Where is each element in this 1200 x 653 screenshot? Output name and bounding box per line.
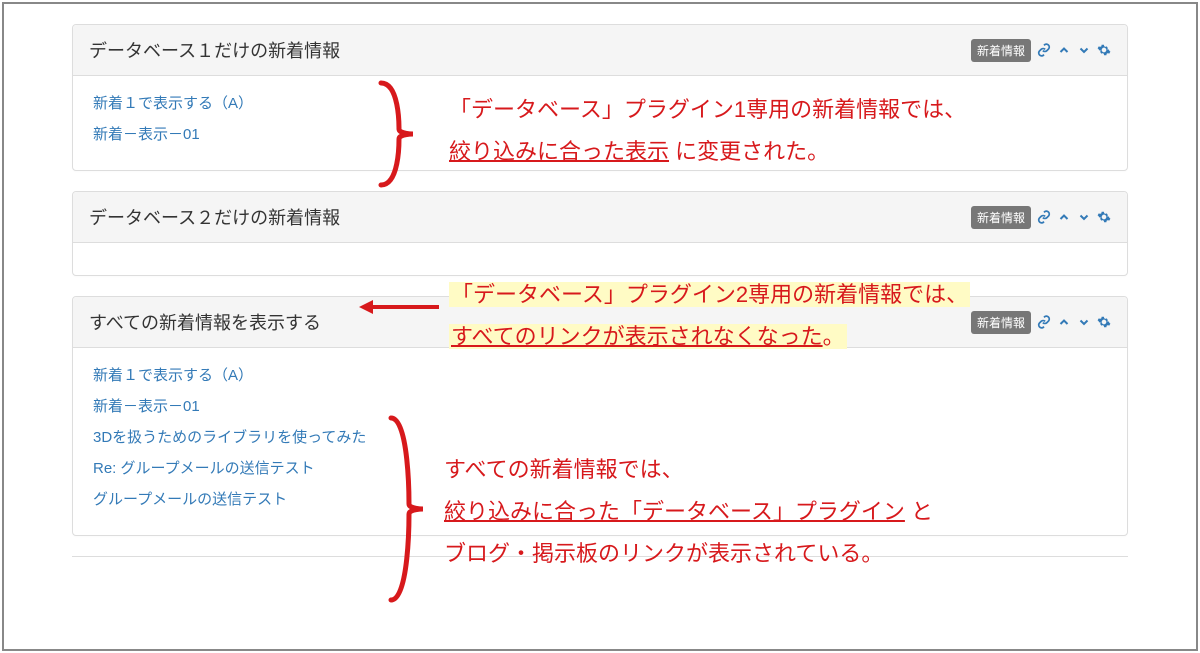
gear-icon[interactable] xyxy=(1097,210,1111,224)
gear-icon[interactable] xyxy=(1097,315,1111,329)
panel-all-body: 新着１で表示する（A） 新着－表示－01 3Dを扱うためのライブラリを使ってみた… xyxy=(73,348,1127,535)
gear-icon[interactable] xyxy=(1097,43,1111,57)
news-link[interactable]: Re: グループメールの送信テスト xyxy=(93,460,315,477)
list-item: 新着１で表示する（A） xyxy=(93,92,1107,113)
panel-all-title: すべての新着情報を表示する xyxy=(89,309,971,335)
list-item: 新着１で表示する（A） xyxy=(93,364,1107,385)
link-icon[interactable] xyxy=(1037,210,1051,224)
chevron-down-icon[interactable] xyxy=(1077,210,1091,224)
annotation-line: ブログ・掲示板のリンクが表示されている。 xyxy=(444,541,883,566)
chevron-up-icon[interactable] xyxy=(1057,210,1071,224)
chevron-up-icon[interactable] xyxy=(1057,43,1071,57)
panel-db2-title: データベース２だけの新着情報 xyxy=(89,204,971,230)
list-item: 新着－表示－01 xyxy=(93,123,1107,144)
news-link[interactable]: 新着１で表示する（A） xyxy=(93,95,253,112)
chevron-down-icon[interactable] xyxy=(1077,43,1091,57)
chevron-down-icon[interactable] xyxy=(1077,315,1091,329)
panel-db2: データベース２だけの新着情報 新着情報 xyxy=(72,191,1128,276)
new-info-badge: 新着情報 xyxy=(971,311,1031,334)
new-info-badge: 新着情報 xyxy=(971,39,1031,62)
news-link[interactable]: 新着－表示－01 xyxy=(93,398,200,415)
list-item: グループメールの送信テスト xyxy=(93,488,1107,509)
panel-all-tools: 新着情報 xyxy=(971,311,1111,334)
app-frame: データベース１だけの新着情報 新着情報 新着１で表示する（A） xyxy=(2,2,1198,651)
panel-db1-tools: 新着情報 xyxy=(971,39,1111,62)
divider xyxy=(72,556,1128,557)
panel-db1: データベース１だけの新着情報 新着情報 新着１で表示する（A） xyxy=(72,24,1128,171)
news-link[interactable]: 3Dを扱うためのライブラリを使ってみた xyxy=(93,429,366,446)
panel-db2-body xyxy=(73,243,1127,275)
new-info-badge: 新着情報 xyxy=(971,206,1031,229)
panel-db1-links: 新着１で表示する（A） 新着－表示－01 xyxy=(93,92,1107,144)
news-link[interactable]: 新着－表示－01 xyxy=(93,126,200,143)
news-link[interactable]: グループメールの送信テスト xyxy=(93,491,287,508)
link-icon[interactable] xyxy=(1037,315,1051,329)
list-item: 3Dを扱うためのライブラリを使ってみた xyxy=(93,426,1107,447)
list-item: 新着－表示－01 xyxy=(93,395,1107,416)
panel-db2-header: データベース２だけの新着情報 新着情報 xyxy=(73,192,1127,243)
panel-db1-title: データベース１だけの新着情報 xyxy=(89,37,971,63)
list-item: Re: グループメールの送信テスト xyxy=(93,457,1107,478)
chevron-up-icon[interactable] xyxy=(1057,315,1071,329)
panel-db2-tools: 新着情報 xyxy=(971,206,1111,229)
panel-db1-header: データベース１だけの新着情報 新着情報 xyxy=(73,25,1127,76)
news-link[interactable]: 新着１で表示する（A） xyxy=(93,367,253,384)
panel-all: すべての新着情報を表示する 新着情報 新着１で表示する（A） xyxy=(72,296,1128,536)
link-icon[interactable] xyxy=(1037,43,1051,57)
panel-all-header: すべての新着情報を表示する 新着情報 xyxy=(73,297,1127,348)
panel-db1-body: 新着１で表示する（A） 新着－表示－01 xyxy=(73,76,1127,170)
panel-all-links: 新着１で表示する（A） 新着－表示－01 3Dを扱うためのライブラリを使ってみた… xyxy=(93,364,1107,509)
